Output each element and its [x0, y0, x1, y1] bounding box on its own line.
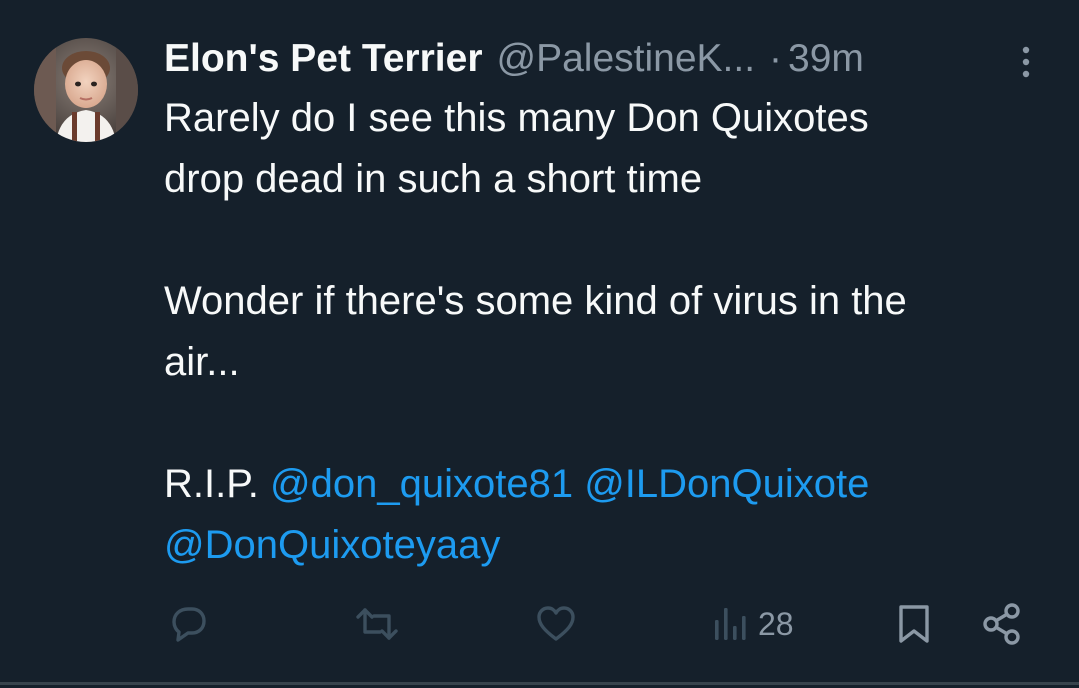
avatar-image — [34, 38, 138, 142]
bookmark-button[interactable] — [894, 596, 934, 652]
mention-link[interactable]: @don_quixote81 — [270, 462, 573, 506]
tweet-text-line-mentions: R.I.P. @don_quixote81 @ILDonQuixote — [164, 454, 1064, 515]
tweet-text-line: drop dead in such a short time — [164, 157, 703, 201]
tweet-text-line: air... — [164, 340, 240, 384]
views-bar-chart-icon — [715, 608, 746, 640]
tweet-text-line-blank — [164, 393, 1064, 454]
retweet-button[interactable] — [354, 596, 400, 652]
action-bar: 28 — [0, 596, 1079, 652]
reply-button[interactable] — [166, 596, 210, 652]
author-name[interactable]: Elon's Pet Terrier — [164, 37, 483, 81]
tweet-text-line-mentions: @DonQuixoteyaay — [164, 515, 1064, 576]
views-count: 28 — [758, 605, 794, 642]
author-handle[interactable]: @PalestineK... — [497, 37, 756, 81]
share-icon — [983, 603, 1020, 645]
retweet-icon — [356, 608, 398, 640]
tweet-header: Elon's Pet Terrier @PalestineK... · 39m — [164, 34, 864, 84]
tweet[interactable]: Elon's Pet Terrier @PalestineK... · 39m … — [0, 0, 1079, 685]
avatar[interactable] — [34, 38, 138, 142]
separator-dot: · — [769, 37, 783, 80]
reply-icon — [172, 607, 206, 642]
mention-link[interactable]: @ILDonQuixote — [584, 462, 869, 506]
tweet-text: Rarely do I see this many Don Quixotes d… — [164, 88, 1064, 576]
more-vertical-icon — [1022, 46, 1030, 78]
more-options-button[interactable] — [1006, 40, 1046, 80]
bookmark-icon — [899, 605, 929, 643]
tweet-text-line-blank — [164, 210, 1064, 271]
rip-text: R.I.P. — [164, 462, 259, 506]
like-button[interactable] — [534, 596, 578, 652]
share-button[interactable] — [978, 596, 1026, 652]
views-button[interactable]: 28 — [712, 596, 794, 652]
heart-icon — [537, 606, 575, 641]
tweet-text-line: Rarely do I see this many Don Quixotes — [164, 96, 869, 140]
mention-link[interactable]: @DonQuixoteyaay — [164, 523, 500, 567]
divider — [0, 682, 1079, 685]
tweet-text-line: Wonder if there's some kind of virus in … — [164, 279, 907, 323]
timestamp[interactable]: 39m — [788, 37, 864, 81]
